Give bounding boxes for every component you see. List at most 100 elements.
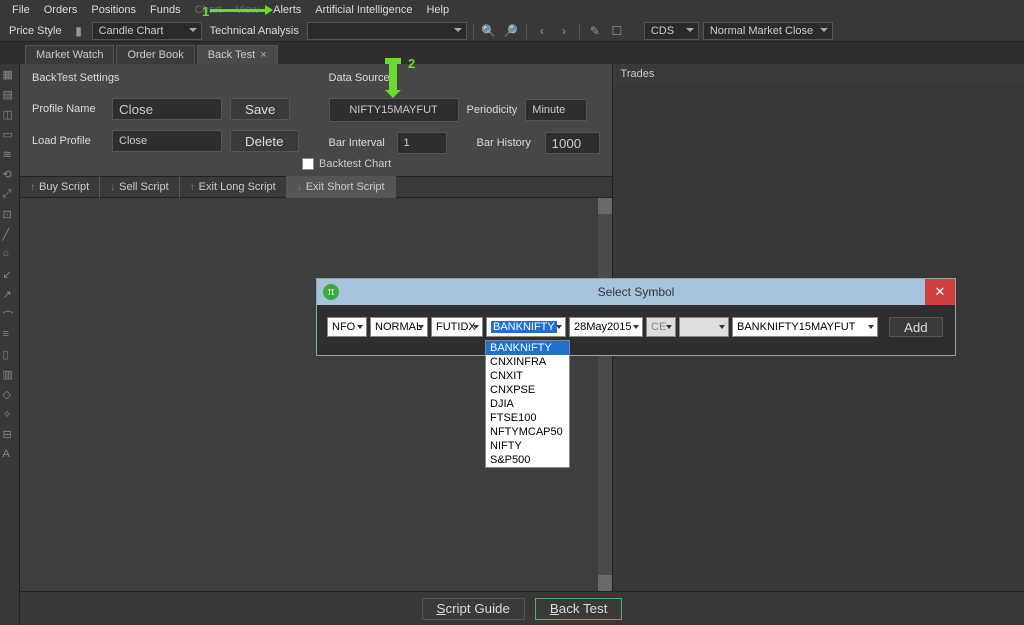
zoom-in-icon[interactable]: 🔍 bbox=[480, 22, 498, 40]
tool-icon[interactable]: ▤ bbox=[3, 88, 17, 102]
market-status-select[interactable]: Normal Market Close bbox=[703, 22, 833, 40]
tool-icon[interactable]: ≡ bbox=[3, 328, 17, 342]
tabbar: Market Watch Order Book Back Test× bbox=[0, 42, 1024, 64]
dialog-body: NFO NORMAL FUTIDX BANKNIFTY 28May2015 CE… bbox=[317, 305, 955, 355]
tab-market-watch[interactable]: Market Watch bbox=[25, 45, 114, 64]
close-icon[interactable]: × bbox=[260, 49, 266, 61]
strike-select[interactable] bbox=[679, 317, 729, 337]
dropdown-option[interactable]: DJIA bbox=[486, 397, 569, 411]
dialog-title: Select Symbol bbox=[598, 285, 675, 299]
tool-icon[interactable]: ≋ bbox=[3, 148, 17, 162]
symbol-select[interactable]: BANKNIFTY bbox=[486, 317, 566, 337]
bar-history-input[interactable] bbox=[545, 132, 600, 154]
tool-icon[interactable]: ⤢ bbox=[3, 188, 17, 202]
dropdown-option[interactable]: CNXIT bbox=[486, 369, 569, 383]
expiry-select[interactable]: 28May2015 bbox=[569, 317, 643, 337]
script-guide-button[interactable]: Script Guide bbox=[422, 598, 525, 620]
segment-select[interactable]: NORMAL bbox=[370, 317, 428, 337]
separator bbox=[473, 23, 474, 39]
annotation-arrow-2 bbox=[389, 62, 397, 90]
dropdown-option[interactable]: CNXPSE bbox=[486, 383, 569, 397]
tool-icon[interactable]: ◫ bbox=[3, 108, 17, 122]
option-type-select[interactable]: CE bbox=[646, 317, 676, 337]
dropdown-option[interactable]: FTSE100 bbox=[486, 411, 569, 425]
settings-col2: Data Source NIFTY15MAYFUT Periodicity Mi… bbox=[329, 72, 600, 154]
datasource-box[interactable]: NIFTY15MAYFUT bbox=[329, 98, 459, 122]
price-style-select[interactable]: Candle Chart bbox=[92, 22, 202, 40]
back-test-button[interactable]: Back Test bbox=[535, 598, 623, 620]
tool-icon[interactable]: ⟲ bbox=[3, 168, 17, 182]
sell-script-tab[interactable]: ↓Sell Script bbox=[100, 176, 180, 198]
tool-icon[interactable]: ↗ bbox=[3, 288, 17, 302]
tool-icon[interactable]: ▥ bbox=[3, 368, 17, 382]
load-profile-select[interactable]: Close bbox=[112, 130, 222, 152]
annotation-1: 1 bbox=[202, 4, 209, 19]
tool-icon[interactable]: ⊡ bbox=[3, 208, 17, 222]
menu-ai[interactable]: Artificial Intelligence bbox=[308, 4, 419, 16]
dropdown-option[interactable]: NFTYMCAP50 bbox=[486, 425, 569, 439]
tool-icon[interactable]: ▭ bbox=[3, 128, 17, 142]
symbol-dropdown-list[interactable]: BANKNIFTY CNXINFRA CNXIT CNXPSE DJIA FTS… bbox=[485, 340, 570, 468]
separator bbox=[526, 23, 527, 39]
exchange-select[interactable]: CDS bbox=[644, 22, 699, 40]
tool-icon[interactable]: ▯ bbox=[3, 348, 17, 362]
scroll-up-button[interactable] bbox=[598, 198, 612, 214]
menu-orders[interactable]: Orders bbox=[37, 4, 85, 16]
bar-interval-select[interactable]: 1 bbox=[397, 132, 447, 154]
tool-icon[interactable]: ▦ bbox=[3, 68, 17, 82]
dropdown-option[interactable]: BANKNIFTY bbox=[486, 341, 569, 355]
scrollbar-track[interactable] bbox=[598, 198, 612, 591]
delete-button[interactable]: Delete bbox=[230, 130, 299, 152]
menu-funds[interactable]: Funds bbox=[143, 4, 188, 16]
full-symbol-select[interactable]: BANKNIFTY15MAYFUT bbox=[732, 317, 878, 337]
add-button[interactable]: Add bbox=[889, 317, 943, 337]
menu-positions[interactable]: Positions bbox=[84, 4, 143, 16]
tool-icon[interactable]: ⊟ bbox=[3, 428, 17, 442]
periodicity-select[interactable]: Minute bbox=[525, 99, 587, 121]
menubar: File Orders Positions Funds Chart View A… bbox=[0, 0, 1024, 20]
exchange-select[interactable]: NFO bbox=[327, 317, 367, 337]
settings-heading: BackTest Settings bbox=[32, 72, 299, 84]
menu-help[interactable]: Help bbox=[419, 4, 456, 16]
tool-icon[interactable]: ○ bbox=[3, 248, 17, 262]
tool-icon[interactable]: ⌒ bbox=[3, 308, 17, 322]
dropdown-option[interactable]: NIFTY bbox=[486, 439, 569, 453]
exit-long-tab[interactable]: ↑Exit Long Script bbox=[180, 176, 287, 198]
menu-file[interactable]: File bbox=[5, 4, 37, 16]
dropdown-option[interactable]: CNXINFRA bbox=[486, 355, 569, 369]
nav-left-icon[interactable]: ‹ bbox=[533, 22, 551, 40]
tool-icon[interactable]: A bbox=[3, 448, 17, 462]
crosshair-icon[interactable]: ☐ bbox=[608, 22, 626, 40]
dialog-titlebar[interactable]: π Select Symbol ✕ bbox=[317, 279, 955, 305]
toolbar: Price Style ▮ Candle Chart Technical Ana… bbox=[0, 20, 1024, 42]
ta-select[interactable] bbox=[307, 22, 467, 40]
buy-script-tab[interactable]: ↑Buy Script bbox=[20, 176, 100, 198]
separator bbox=[579, 23, 580, 39]
trades-heading: Trades bbox=[613, 64, 1024, 84]
save-button[interactable]: Save bbox=[230, 98, 290, 120]
datasource-heading: Data Source bbox=[329, 72, 600, 84]
dropdown-option[interactable]: S&P500 bbox=[486, 453, 569, 467]
tool-icon[interactable]: ✧ bbox=[3, 408, 17, 422]
backtest-chart-checkbox[interactable] bbox=[302, 158, 314, 170]
nav-right-icon[interactable]: › bbox=[555, 22, 573, 40]
exit-short-tab[interactable]: ↓Exit Short Script bbox=[287, 176, 396, 198]
instrument-select[interactable]: FUTIDX bbox=[431, 317, 483, 337]
dialog-close-button[interactable]: ✕ bbox=[925, 279, 955, 305]
script-tabs: ↑Buy Script ↓Sell Script ↑Exit Long Scri… bbox=[20, 176, 612, 198]
tab-order-book[interactable]: Order Book bbox=[116, 45, 194, 64]
candle-icon[interactable]: ▮ bbox=[70, 22, 88, 40]
zoom-out-icon[interactable]: 🔎 bbox=[502, 22, 520, 40]
tool-icon[interactable]: ◇ bbox=[3, 388, 17, 402]
profile-name-input[interactable] bbox=[112, 98, 222, 120]
edit-icon[interactable]: ✎ bbox=[586, 22, 604, 40]
scroll-down-button[interactable] bbox=[598, 575, 612, 591]
tool-icon[interactable]: ↙ bbox=[3, 268, 17, 282]
price-style-label: Price Style bbox=[5, 25, 66, 37]
tab-back-test[interactable]: Back Test× bbox=[197, 45, 278, 64]
profile-name-label: Profile Name bbox=[32, 103, 104, 115]
backtest-settings: BackTest Settings Profile Name Save Load… bbox=[20, 64, 612, 160]
periodicity-label: Periodicity bbox=[467, 104, 518, 116]
tool-icon[interactable]: ╱ bbox=[3, 228, 17, 242]
backtest-chart-label: Backtest Chart bbox=[319, 158, 391, 170]
